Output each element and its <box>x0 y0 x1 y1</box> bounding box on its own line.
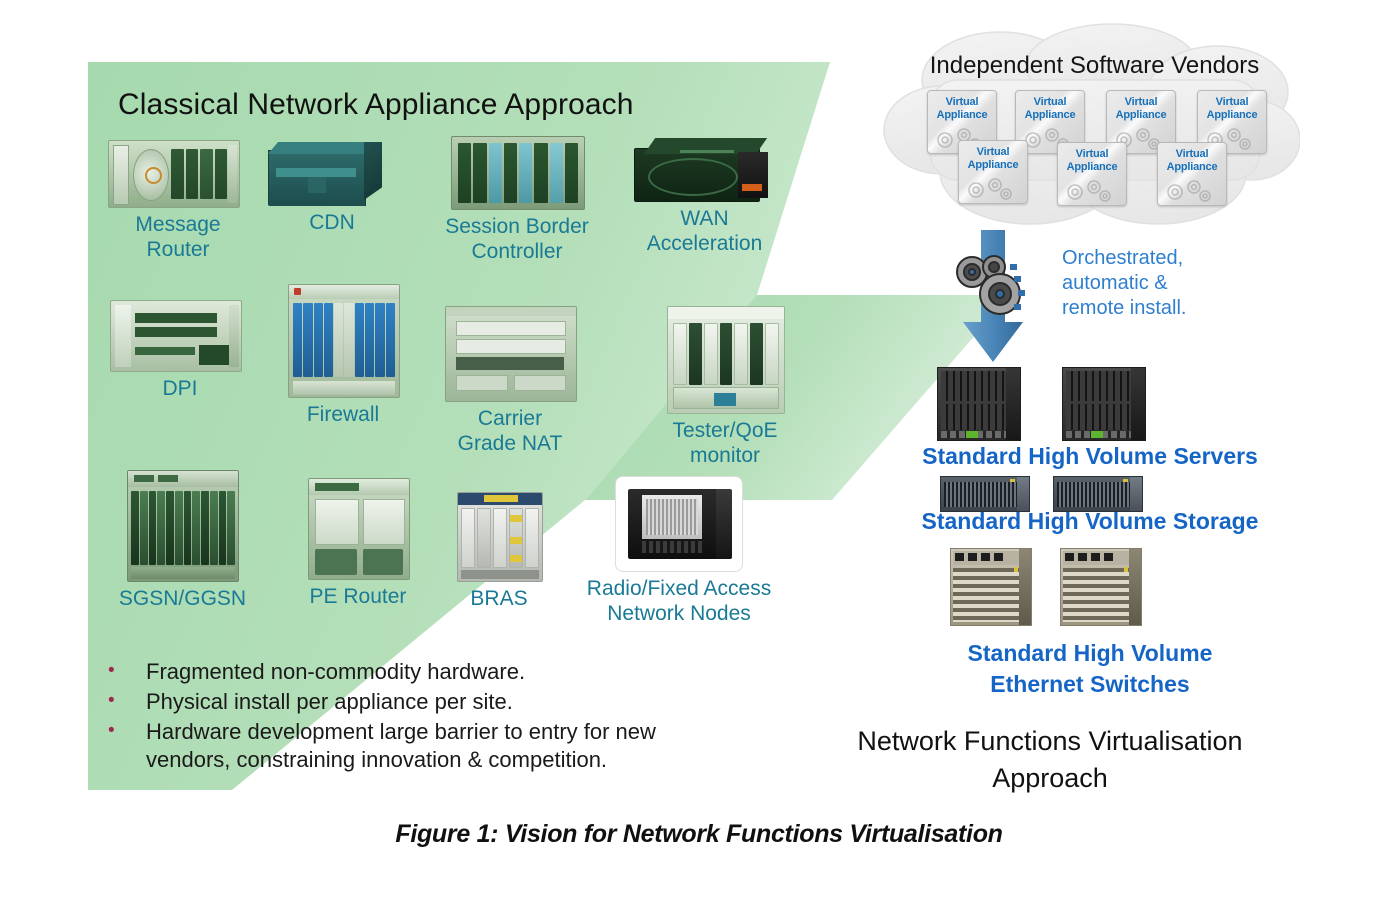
list-item-text: Hardware development large barrier to en… <box>146 719 656 772</box>
appliance-wan-acceleration: WAN Acceleration <box>622 138 787 256</box>
tester-chassis-icon <box>640 306 810 414</box>
bullet-marker: • <box>108 660 115 681</box>
wan-appliance-icon <box>622 138 787 202</box>
appliance-label: BRAS <box>470 587 528 610</box>
appliance-label: Message Router <box>135 213 221 261</box>
appliance-radio-fixed-access-nodes: Radio/Fixed Access Network Nodes <box>566 476 792 626</box>
box-server-icon <box>262 142 402 206</box>
appliance-sgsn-ggsn: SGSN/GGSN <box>100 470 265 611</box>
appliance-message-router: Message Router <box>108 140 248 262</box>
storage-array-icon <box>1053 476 1143 512</box>
appliance-tester-qoe-monitor: Tester/QoE monitor <box>640 306 810 468</box>
list-item-text: Fragmented non-commodity hardware. <box>146 659 526 684</box>
orchestration-note: Orchestrated, automatic & remote install… <box>1062 247 1187 319</box>
appliance-firewall: Firewall <box>278 284 408 427</box>
gear-icon <box>1167 180 1211 202</box>
access-node-icon <box>615 476 743 572</box>
appliance-label: DPI <box>162 377 198 400</box>
virtual-appliance-box: Virtual Appliance <box>958 140 1028 204</box>
sgsn-chassis-icon <box>100 470 265 582</box>
appliance-label: Carrier Grade NAT <box>457 407 563 455</box>
appliance-label: WAN Acceleration <box>646 207 763 255</box>
pe-router-icon <box>288 478 428 580</box>
dpi-appliance-icon <box>110 300 250 372</box>
virtual-appliance-box: Virtual Appliance <box>1157 142 1227 206</box>
appliance-session-border-controller: Session Border Controller <box>432 136 602 264</box>
bullet-marker: • <box>108 720 115 741</box>
appliance-label: Session Border Controller <box>445 215 589 263</box>
blade-server-rack-icon <box>937 367 1021 441</box>
appliance-dpi: DPI <box>110 300 250 401</box>
appliance-label: Radio/Fixed Access Network Nodes <box>586 577 772 625</box>
ethernet-switch-icon <box>950 548 1032 626</box>
list-item-text: Physical install per appliance per site. <box>146 689 513 714</box>
gear-icon <box>1067 180 1111 202</box>
firewall-chassis-icon <box>278 284 408 398</box>
hardware-tier-label: Standard High Volume Servers <box>922 443 1258 469</box>
figure-canvas: Classical Network Appliance Approach Mes… <box>0 0 1398 898</box>
appliance-label: SGSN/GGSN <box>118 587 247 610</box>
rack-server-icon <box>108 140 248 208</box>
storage-array-icon <box>940 476 1030 512</box>
appliance-cdn: CDN <box>262 142 402 235</box>
virtual-appliance-label: Virtual Appliance <box>967 146 1019 171</box>
bullet-marker: • <box>108 690 115 711</box>
orchestration-gears-icon <box>952 252 1034 318</box>
appliance-label: PE Router <box>309 585 407 608</box>
ethernet-switch-icon <box>1060 548 1142 626</box>
classical-approach-title: Classical Network Appliance Approach <box>118 88 634 121</box>
list-item: • Physical install per appliance per sit… <box>100 688 800 716</box>
virtual-appliance-label: Virtual Appliance <box>1115 96 1167 121</box>
appliance-carrier-grade-nat: Carrier Grade NAT <box>430 306 590 456</box>
appliance-label: Firewall <box>306 403 380 426</box>
appliance-label: CDN <box>309 211 355 234</box>
virtual-appliance-label: Virtual Appliance <box>936 96 988 121</box>
bras-chassis-icon <box>440 492 558 582</box>
virtual-appliance-label: Virtual Appliance <box>1024 96 1076 121</box>
hardware-tier-label: Standard High Volume Storage <box>921 508 1259 534</box>
virtual-appliance-label: Virtual Appliance <box>1066 148 1118 173</box>
classical-drawbacks-list: • Fragmented non-commodity hardware. • P… <box>100 658 800 776</box>
list-item: • Hardware development large barrier to … <box>100 718 800 774</box>
appliance-label: Tester/QoE monitor <box>672 419 778 467</box>
nfv-approach-title: Network Functions Virtualisation Approac… <box>857 726 1243 793</box>
virtual-appliance-label: Virtual Appliance <box>1206 96 1258 121</box>
gear-icon <box>968 178 1012 200</box>
virtual-appliance-label: Virtual Appliance <box>1166 148 1218 173</box>
blade-server-rack-icon <box>1062 367 1146 441</box>
nat-chassis-icon <box>430 306 590 402</box>
isv-cloud-title: Independent Software Vendors <box>929 52 1260 79</box>
virtual-appliance-box: Virtual Appliance <box>1057 142 1127 206</box>
appliance-bras: BRAS <box>440 492 558 611</box>
figure-caption: Figure 1: Vision for Network Functions V… <box>395 820 1003 848</box>
blade-chassis-icon <box>432 136 602 210</box>
appliance-pe-router: PE Router <box>288 478 428 609</box>
hardware-tier-label: Standard High Volume Ethernet Switches <box>967 640 1213 697</box>
list-item: • Fragmented non-commodity hardware. <box>100 658 800 686</box>
